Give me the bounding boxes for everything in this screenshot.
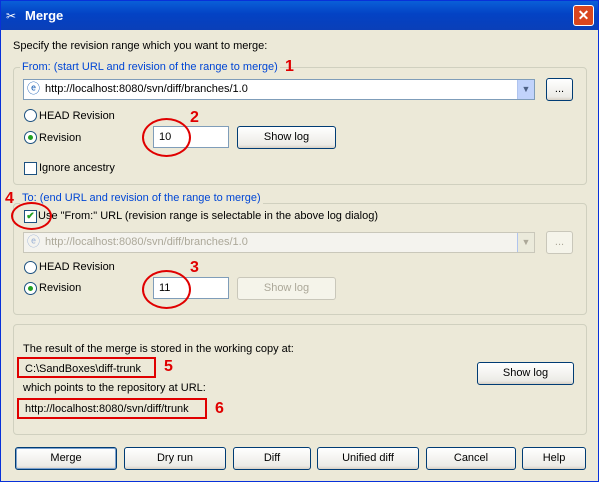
help-button[interactable]: Help — [522, 447, 586, 470]
annotation-1: 1 — [285, 58, 294, 75]
to-url-combo: ⓔ http://localhost:8080/svn/diff/branche… — [23, 232, 535, 253]
internet-explorer-icon: ⓔ — [27, 81, 41, 96]
annotation-6: 6 — [215, 400, 224, 417]
from-head-revision-label: HEAD Revision — [39, 110, 115, 122]
internet-explorer-icon: ⓔ — [27, 234, 41, 249]
from-group-legend: From: (start URL and revision of the ran… — [20, 61, 280, 73]
cancel-button[interactable]: Cancel — [426, 447, 516, 470]
annotation-3: 3 — [190, 259, 199, 276]
intro-text: Specify the revision range which you wan… — [13, 40, 268, 52]
from-revision-label: Revision — [39, 132, 82, 144]
from-show-log-button[interactable]: Show log — [237, 126, 336, 149]
annotation-box-5 — [17, 357, 156, 378]
annotation-circle-4 — [11, 202, 52, 230]
from-browse-button[interactable]: ... — [546, 78, 573, 101]
window-title: Merge — [25, 8, 64, 23]
merge-dialog: ✂ Merge ✕ Specify the revision range whi… — [0, 0, 599, 482]
ignore-ancestry-label: Ignore ancestry — [39, 162, 115, 174]
diff-button[interactable]: Diff — [233, 447, 311, 470]
use-from-url-label: Use "From:" URL (revision range is selec… — [38, 210, 379, 222]
to-browse-button: ... — [546, 231, 573, 254]
from-revision-radio[interactable] — [24, 131, 37, 144]
result-points-text: which points to the repository at URL: — [23, 382, 206, 394]
dry-run-button[interactable]: Dry run — [124, 447, 226, 470]
annotation-4: 4 — [5, 190, 14, 207]
chevron-down-icon: ▼ — [517, 233, 534, 252]
from-head-revision-radio[interactable] — [24, 109, 37, 122]
merge-button[interactable]: Merge — [15, 447, 117, 470]
annotation-circle-2 — [142, 118, 191, 157]
annotation-circle-3 — [142, 270, 191, 309]
to-head-revision-radio[interactable] — [24, 261, 37, 274]
close-icon: ✕ — [577, 7, 590, 23]
to-revision-label: Revision — [39, 282, 82, 294]
to-url-value: http://localhost:8080/svn/diff/branches/… — [45, 236, 248, 248]
from-url-value: http://localhost:8080/svn/diff/branches/… — [45, 83, 248, 95]
unified-diff-button[interactable]: Unified diff — [317, 447, 419, 470]
ignore-ancestry-checkbox[interactable] — [24, 162, 37, 175]
close-button[interactable]: ✕ — [573, 5, 594, 26]
to-show-log-button: Show log — [237, 277, 336, 300]
to-revision-radio[interactable] — [24, 282, 37, 295]
annotation-box-6 — [17, 398, 207, 419]
chevron-down-icon[interactable]: ▼ — [517, 80, 534, 99]
annotation-2: 2 — [190, 109, 199, 126]
result-show-log-button[interactable]: Show log — [477, 362, 574, 385]
title-bar[interactable]: ✂ Merge ✕ — [1, 1, 598, 30]
from-url-combo[interactable]: ⓔ http://localhost:8080/svn/diff/branche… — [23, 79, 535, 100]
to-group-legend: To: (end URL and revision of the range t… — [20, 192, 263, 204]
annotation-5: 5 — [164, 358, 173, 375]
app-icon: ✂ — [6, 9, 17, 23]
result-stored-text: The result of the merge is stored in the… — [23, 343, 294, 355]
to-head-revision-label: HEAD Revision — [39, 261, 115, 273]
